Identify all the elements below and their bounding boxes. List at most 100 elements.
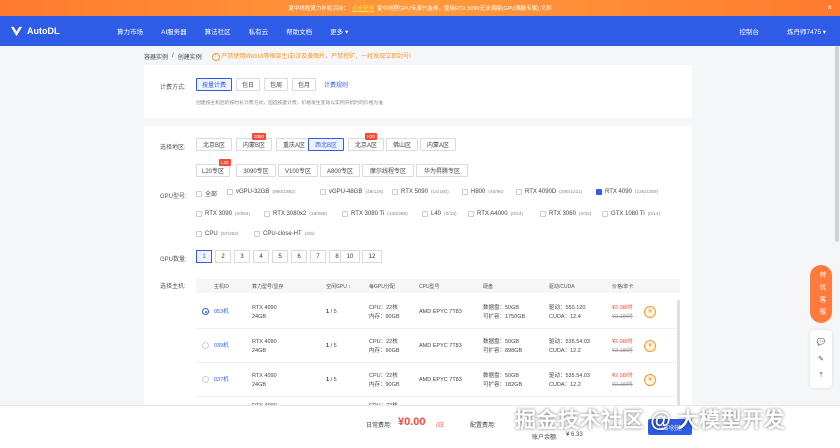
host-id[interactable]: 037机 xyxy=(214,376,229,384)
gpu-option[interactable]: GTX 1080 Ti (0/14) xyxy=(602,211,660,217)
region-v100[interactable]: V100专区 xyxy=(278,164,318,177)
region-neimeng-b[interactable]: 内蒙B区 3090 xyxy=(236,133,272,151)
gpu-option[interactable]: CPU (57/262) xyxy=(196,231,239,237)
nav-link-private-cloud[interactable]: 私有云 xyxy=(240,26,278,36)
checkbox[interactable] xyxy=(516,189,522,195)
gpu-option[interactable]: RTX 3090 (0/694) xyxy=(196,211,250,217)
nav-link-docs[interactable]: 帮助文档 xyxy=(277,26,321,36)
gpu-count-7[interactable]: 7 xyxy=(310,250,326,263)
billing-option-daily[interactable]: 包日 xyxy=(236,78,260,91)
region-foshan[interactable]: 佛山区 xyxy=(386,138,418,151)
host-row[interactable]: 037机 RTX 4090 24GB 1 / 5 CPU：22核 内存：90GB… xyxy=(196,364,680,397)
radio-selected[interactable] xyxy=(202,308,209,315)
gpu-option[interactable]: L40 (0/13) xyxy=(422,211,457,217)
gpu-option[interactable]: RTX 4090 (126/2269) xyxy=(596,189,658,195)
checkbox[interactable] xyxy=(540,211,546,217)
host-row[interactable]: 053机 RTX 4090 24GB 1 / 5 CPU：22核 内存：90GB… xyxy=(196,296,680,329)
nav-link-ai-server[interactable]: AI服务器 xyxy=(152,26,196,36)
checkbox[interactable] xyxy=(462,189,468,195)
gpu-count: (980/1882) xyxy=(272,189,296,195)
cuda: CUDA：12.4 xyxy=(549,314,581,320)
gpu-option[interactable]: RTX 3080x2 (18/586) xyxy=(264,211,327,217)
gpu-count-4[interactable]: 4 xyxy=(253,250,269,263)
host-row[interactable]: 039机 RTX 4090 24GB 1 / 5 CPU：22核 内存：90GB… xyxy=(196,330,680,363)
gpu-count-6[interactable]: 6 xyxy=(291,250,307,263)
gpu-count-10[interactable]: 10 xyxy=(340,250,360,263)
radio[interactable] xyxy=(202,342,209,349)
checkbox[interactable] xyxy=(196,231,202,237)
checkbox[interactable] xyxy=(422,211,428,217)
col-free-gpu[interactable]: 空闲GPU ↕ xyxy=(326,283,351,290)
host-id[interactable]: 039机 xyxy=(214,342,229,350)
coupon-icon[interactable]: ¥ xyxy=(644,374,656,386)
gpu-option[interactable]: RTX A4000 (0/24) xyxy=(468,211,523,217)
gpu-count-3[interactable]: 3 xyxy=(234,250,250,263)
checkbox[interactable] xyxy=(392,189,398,195)
region-3090[interactable]: 3090专区 xyxy=(236,164,276,177)
logo[interactable]: AutoDL xyxy=(10,25,88,38)
old-price: ¥2.18/时 xyxy=(612,348,633,354)
banner-link[interactable]: 点击获得 xyxy=(352,4,374,12)
checkbox[interactable] xyxy=(320,189,326,195)
free-gpu: 1 / 5 xyxy=(326,342,337,350)
gpu-option[interactable]: RTX 3080 Ti (130/388) xyxy=(342,211,408,217)
gpu-name: RTX 3080 Ti xyxy=(351,211,385,217)
user-menu[interactable]: 炼丹师7475 ▾ xyxy=(787,26,826,36)
region-moore[interactable]: 摩尔线程专区 xyxy=(362,164,414,177)
billing-option-weekly[interactable]: 包周 xyxy=(264,78,288,91)
gpu-option[interactable]: vGPU-32GB (980/1882) xyxy=(227,189,296,195)
radio[interactable] xyxy=(202,376,209,383)
region-beijing-a[interactable]: 北京A区 H20 xyxy=(348,133,384,151)
checkbox-checked[interactable] xyxy=(596,189,602,195)
gpu-option[interactable]: RTX 3060 (0/32) xyxy=(540,211,591,217)
gpu-option[interactable]: 全部 xyxy=(196,189,217,198)
floating-toolbar: 💬 ✎ ⤒ xyxy=(810,330,832,388)
billing-option-hourly[interactable]: 按量计费 xyxy=(196,78,232,91)
gpu-count-12[interactable]: 12 xyxy=(362,250,382,263)
nav-link-community[interactable]: 算法社区 xyxy=(196,26,240,36)
gpu-count-5[interactable]: 5 xyxy=(272,250,288,263)
page-scrollbar[interactable] xyxy=(835,46,839,242)
gpu-option[interactable]: vGPU-48GB (49/126) xyxy=(320,189,383,195)
gpu-option[interactable]: H800 (40/96) xyxy=(462,189,504,195)
checkbox[interactable] xyxy=(227,189,233,195)
region-neimeng-a[interactable]: 内蒙A区 xyxy=(420,138,456,151)
gpu-option[interactable]: RTX 5090 (14/150) xyxy=(392,189,449,195)
checkbox[interactable] xyxy=(342,211,348,217)
region-xibei-b[interactable]: 西北B区 xyxy=(308,138,344,151)
gpu-option[interactable]: CPU-close-HT (2/6) xyxy=(254,231,315,237)
gpu-model-label: GPU型号: xyxy=(160,194,187,200)
checkbox[interactable] xyxy=(196,190,202,197)
customer-service-button[interactable]: 转 优 客 服 xyxy=(810,265,832,323)
checkbox[interactable] xyxy=(264,211,270,217)
region-huawei[interactable]: 华为昇腾专区 xyxy=(416,164,468,177)
billing-option-monthly[interactable]: 包月 xyxy=(292,78,316,91)
policy-notice-text: 严禁使用WebUI等框架生成/涉及黄图片，严禁挖矿，一经发现立即封号! xyxy=(221,54,411,60)
gpu-option[interactable]: RTX 4090D (295/1211) xyxy=(516,189,582,195)
chat-icon[interactable]: 💬 xyxy=(817,338,826,346)
banner-close-icon[interactable]: × xyxy=(827,3,832,12)
feedback-icon[interactable]: ✎ xyxy=(818,355,824,363)
coupon-icon[interactable]: ¥ xyxy=(644,340,656,352)
host-id[interactable]: 053机 xyxy=(214,308,229,316)
gpu-count-1[interactable]: 1 xyxy=(196,250,212,263)
back-to-top-icon[interactable]: ⤒ xyxy=(819,372,822,380)
breadcrumb-parent[interactable]: 容器实例 xyxy=(144,52,168,61)
coupon-icon[interactable]: ¥ xyxy=(644,306,656,318)
console-link[interactable]: 控制台 xyxy=(739,26,759,36)
checkbox[interactable] xyxy=(602,211,608,217)
nav-link-market[interactable]: 算力市场 xyxy=(108,26,152,36)
ram: 内存：90GB xyxy=(369,314,400,320)
logo-text: AutoDL xyxy=(27,26,60,36)
checkbox[interactable] xyxy=(254,231,260,237)
checkbox[interactable] xyxy=(468,211,474,217)
billing-rules-link[interactable]: 计费规则 xyxy=(320,78,352,91)
region-a800[interactable]: A800专区 xyxy=(320,164,360,177)
region-l20[interactable]: L20专区 L20 xyxy=(196,159,231,177)
region-chongqing-a[interactable]: 重庆A区 xyxy=(276,138,312,151)
table-scrollbar[interactable] xyxy=(677,300,680,406)
region-beijing-b[interactable]: 北京B区 xyxy=(196,138,232,151)
nav-link-more[interactable]: 更多 ▾ xyxy=(321,26,357,36)
checkbox[interactable] xyxy=(196,211,202,217)
gpu-count-2[interactable]: 2 xyxy=(215,250,231,263)
